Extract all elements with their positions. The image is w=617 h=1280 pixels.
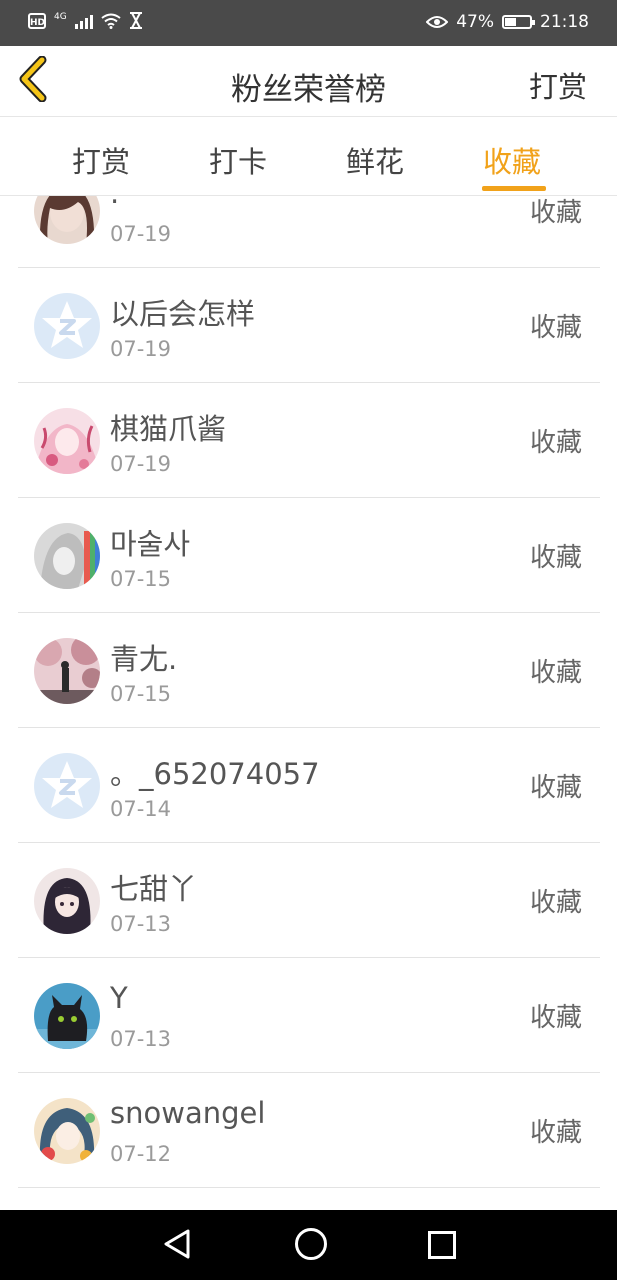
date: 07-15 [110, 567, 172, 591]
date: 07-14 [110, 797, 172, 821]
active-tab-indicator [482, 186, 546, 191]
date: 07-12 [110, 1142, 172, 1166]
user-name: . [110, 196, 119, 210]
tab-reward[interactable]: 打赏 [72, 139, 130, 181]
status-bar: HD 4G 47% 21:18 [0, 0, 617, 46]
date: 07-13 [110, 912, 172, 936]
tab-flowers[interactable]: 鲜花 [346, 139, 404, 181]
battery-percent: 47% [456, 12, 494, 32]
avatar [34, 868, 100, 934]
action-label: 收藏 [529, 773, 582, 803]
action-label: 收藏 [529, 1003, 582, 1033]
date: 07-19 [110, 222, 172, 246]
nav-home-icon[interactable] [295, 1228, 327, 1260]
list-item[interactable]: 以后会怎样 07-19 收藏 [18, 267, 600, 383]
tab-checkin[interactable]: 打卡 [209, 139, 267, 181]
list-item[interactable]: 。_652074057 07-14 收藏 [18, 727, 600, 843]
date: 07-15 [110, 682, 172, 706]
page-title: 粉丝荣誉榜 [231, 72, 386, 108]
user-name: Y [110, 981, 128, 1015]
avatar [34, 983, 100, 1049]
action-label: 收藏 [529, 1118, 582, 1148]
signal-icon [74, 13, 93, 29]
user-name: snowangel [110, 1096, 266, 1130]
clock: 21:18 [540, 12, 589, 32]
user-name: 棋猫爪酱 [110, 412, 227, 446]
eye-comfort-icon [426, 16, 449, 28]
avatar [34, 408, 100, 474]
fan-list: . 07-19 收藏 以后会怎样 07-19 收藏 棋猫爪酱 07-19 收藏 [0, 196, 617, 1210]
network-type: 4G [54, 11, 67, 22]
list-item[interactable]: 七甜丫 07-13 收藏 [18, 842, 600, 958]
date: 07-19 [110, 337, 172, 361]
hourglass-icon [129, 12, 142, 29]
list-item[interactable]: Y 07-13 收藏 [18, 957, 600, 1073]
action-label: 收藏 [529, 658, 582, 688]
user-name: 以后会怎样 [110, 297, 256, 331]
wifi-icon [101, 13, 121, 29]
list-item[interactable]: . 07-19 收藏 [18, 196, 600, 268]
nav-back-icon[interactable] [162, 1228, 192, 1260]
avatar [34, 1098, 100, 1164]
list-item[interactable]: 마술사 07-15 收藏 [18, 497, 600, 613]
date: 07-19 [110, 452, 172, 476]
avatar [34, 638, 100, 704]
user-name: 七甜丫 [110, 872, 198, 906]
system-nav-bar [0, 1210, 617, 1280]
user-name: 。_652074057 [110, 757, 320, 791]
user-name: 青尢. [110, 642, 178, 676]
action-label: 收藏 [529, 428, 582, 458]
avatar [34, 196, 100, 244]
tab-bar: 打赏 打卡 鲜花 收藏 [0, 117, 617, 196]
list-item[interactable]: 青尢. 07-15 收藏 [18, 612, 600, 728]
nav-recents-icon[interactable] [428, 1231, 456, 1259]
list-item[interactable]: snowangel 07-12 收藏 [18, 1072, 600, 1188]
list-item[interactable]: 棋猫爪酱 07-19 收藏 [18, 382, 600, 498]
tab-favorites[interactable]: 收藏 [483, 139, 541, 181]
date: 07-13 [110, 1027, 172, 1051]
default-avatar [34, 293, 100, 359]
user-name: 마술사 [110, 527, 191, 561]
default-avatar [34, 753, 100, 819]
app-header: 粉丝荣誉榜 打赏 [0, 46, 617, 117]
action-label: 收藏 [529, 198, 582, 228]
battery-icon [502, 15, 535, 29]
action-label: 收藏 [529, 888, 582, 918]
action-label: 收藏 [529, 313, 582, 343]
avatar [34, 523, 100, 589]
hd-icon: HD [28, 12, 46, 29]
reward-button[interactable]: 打赏 [529, 64, 587, 106]
action-label: 收藏 [529, 543, 582, 573]
